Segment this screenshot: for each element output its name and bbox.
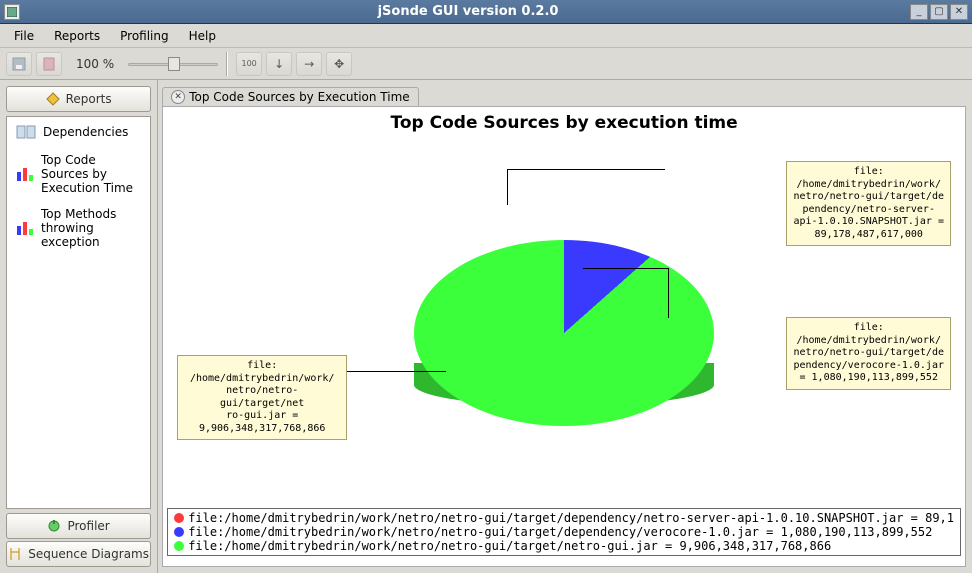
leader-line — [668, 268, 669, 318]
reports-icon — [46, 92, 60, 106]
bar-chart-icon — [15, 165, 35, 183]
swatch-red-icon — [174, 513, 184, 523]
tab-title: Top Code Sources by Execution Time — [189, 90, 409, 104]
legend: file:/home/dmitrybedrin/work/netro/netro… — [167, 508, 961, 556]
leader-line — [583, 268, 668, 269]
pdf-icon[interactable] — [36, 52, 62, 76]
tab-top-code-sources[interactable]: ✕ Top Code Sources by Execution Time — [162, 87, 418, 106]
profiler-label: Profiler — [67, 519, 109, 533]
dependencies-icon — [15, 123, 37, 141]
close-tab-icon[interactable]: ✕ — [171, 90, 185, 104]
callout-red: file: /home/dmitrybedrin/work/ netro/net… — [786, 161, 951, 246]
menubar: File Reports Profiling Help — [0, 24, 972, 48]
zoom-slider[interactable] — [128, 59, 218, 69]
legend-item-blue: file:/home/dmitrybedrin/work/netro/netro… — [174, 525, 954, 539]
menu-help[interactable]: Help — [181, 26, 224, 46]
swatch-blue-icon — [174, 527, 184, 537]
tree-item-label: Top Methods throwing exception — [41, 207, 142, 249]
sequence-icon — [8, 547, 22, 561]
menu-file[interactable]: File — [6, 26, 42, 46]
chart-title: Top Code Sources by execution time — [163, 107, 965, 133]
tree-item-top-methods-exception[interactable]: Top Methods throwing exception — [7, 201, 150, 255]
reports-tree: Dependencies Top Code Sources by Executi… — [6, 116, 151, 509]
toolbar: 100 % 100 ↓ → ✥ — [0, 48, 972, 80]
tree-item-top-code-sources[interactable]: Top Code Sources by Execution Time — [7, 147, 150, 201]
sequence-label: Sequence Diagrams — [28, 547, 149, 561]
zoom-out-down-icon[interactable]: ↓ — [266, 52, 292, 76]
minimize-button[interactable]: _ — [910, 4, 928, 20]
window-titlebar: jSonde GUI version 0.2.0 _ ▢ ✕ — [0, 0, 972, 24]
save-disk-icon[interactable] — [6, 52, 32, 76]
chart-area: file: /home/dmitrybedrin/work/ netro/net… — [163, 133, 965, 504]
menu-reports[interactable]: Reports — [46, 26, 108, 46]
profiler-section-button[interactable]: Profiler — [6, 513, 151, 539]
bar-chart-icon — [15, 219, 35, 237]
legend-item-green: file:/home/dmitrybedrin/work/netro/netro… — [174, 539, 954, 553]
tab-row: ✕ Top Code Sources by Execution Time — [162, 84, 966, 106]
menu-profiling[interactable]: Profiling — [112, 26, 177, 46]
app-icon — [4, 4, 20, 20]
leader-line — [507, 169, 665, 170]
reports-section-button[interactable]: Reports — [6, 86, 151, 112]
tree-item-dependencies[interactable]: Dependencies — [7, 117, 150, 147]
reports-label: Reports — [66, 92, 112, 106]
swatch-green-icon — [174, 541, 184, 551]
tree-item-label: Dependencies — [43, 125, 128, 139]
legend-item-red: file:/home/dmitrybedrin/work/netro/netro… — [174, 511, 954, 525]
slider-thumb[interactable] — [168, 57, 180, 71]
sidebar: Reports Dependencies Top Code Sources by… — [0, 80, 158, 573]
toolbar-separator — [226, 52, 228, 76]
profiler-icon — [47, 519, 61, 533]
close-button[interactable]: ✕ — [950, 4, 968, 20]
zoom-out-right-icon[interactable]: → — [296, 52, 322, 76]
chart-panel: Top Code Sources by execution time file:… — [162, 106, 966, 567]
pie-chart — [414, 183, 714, 483]
sequence-diagrams-section-button[interactable]: Sequence Diagrams — [6, 541, 151, 567]
tree-item-label: Top Code Sources by Execution Time — [41, 153, 142, 195]
zoom-level: 100 % — [66, 57, 124, 71]
window-title: jSonde GUI version 0.2.0 — [26, 4, 910, 19]
zoom-100-button[interactable]: 100 — [236, 52, 262, 76]
leader-line — [507, 169, 508, 205]
content-area: ✕ Top Code Sources by Execution Time Top… — [158, 80, 972, 573]
callout-blue: file: /home/dmitrybedrin/work/ netro/net… — [786, 317, 951, 390]
callout-green: file: /home/dmitrybedrin/work/ netro/net… — [177, 355, 347, 440]
zoom-fit-icon[interactable]: ✥ — [326, 52, 352, 76]
maximize-button[interactable]: ▢ — [930, 4, 948, 20]
